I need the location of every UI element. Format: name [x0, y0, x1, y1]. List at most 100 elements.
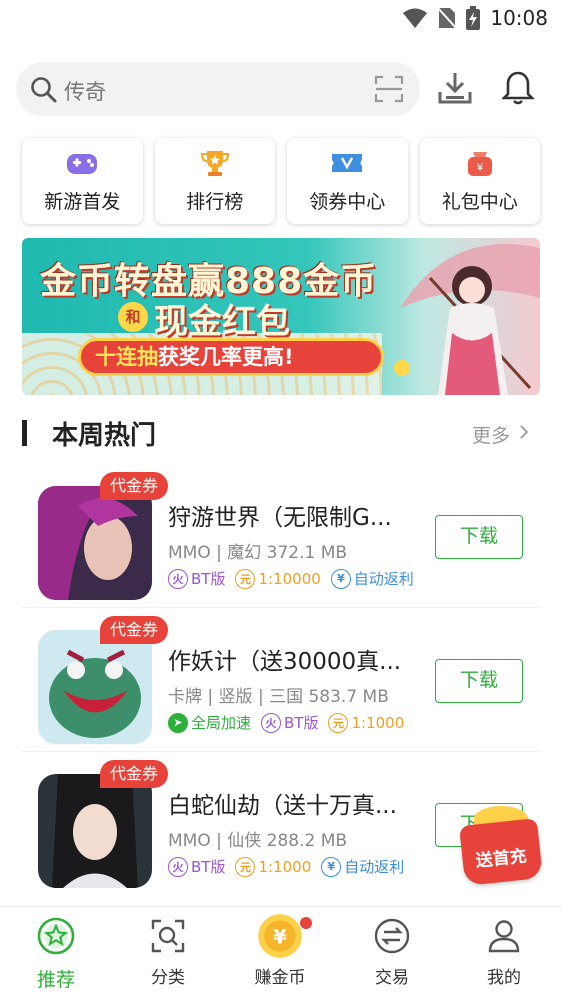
coupon-badge: 代金券 [100, 616, 168, 644]
quick-entry-label: 排行榜 [186, 191, 244, 213]
game-thumbnail[interactable] [38, 486, 152, 600]
search-placeholder: 传奇 [64, 80, 106, 104]
game-list-item[interactable]: 代金券 作妖计（送30000真... 卡牌 | 竖版 | 三国 583.7 MB… [22, 616, 540, 752]
exchange-icon [374, 918, 410, 954]
game-tag-text: 1:1000 [351, 713, 405, 732]
game-list-item[interactable]: 代金券 狩游世界（无限制G... MMO | 魔幻 372.1 MB 火 BT版 … [22, 472, 540, 608]
game-tag: 火 BT版 [261, 712, 318, 733]
section-more-link[interactable]: 更多 [472, 421, 510, 448]
coupon-icon [332, 154, 362, 172]
banner-pill-text: 获奖几率更高! [158, 345, 294, 369]
banner-pill: 十连抽获奖几率更高! [78, 338, 384, 376]
quick-entry-ranking[interactable]: 排行榜 [154, 138, 275, 224]
battery-charging-icon [466, 6, 481, 30]
yuan-coin-icon: ¥ [258, 914, 302, 958]
game-tag: 元 1:10000 [235, 568, 321, 589]
game-meta: 卡牌 | 竖版 | 三国 583.7 MB [168, 687, 389, 707]
banner-pill-highlight: 十连抽 [95, 345, 158, 369]
nav-item-trade[interactable]: 交易 [336, 907, 448, 999]
nav-item-earn-coins[interactable]: ¥ 赚金币 [224, 907, 336, 999]
nav-label: 交易 [375, 968, 409, 988]
game-title[interactable]: 狩游世界（无限制G... [168, 498, 418, 532]
game-tags: 火 BT版 元 1:10000 ¥ 自动返利 [168, 568, 414, 589]
game-tags: ➤ 全局加速 火 BT版 元 1:1000 [168, 712, 404, 733]
search-bar[interactable]: 传奇 [16, 62, 420, 116]
quick-entry-row: 新游首发 排行榜 领券中心 ¥ 礼包中心 [22, 138, 540, 224]
nav-item-mine[interactable]: 我的 [448, 907, 560, 999]
game-tag-text: 1:10000 [258, 569, 321, 588]
quick-entry-label: 领券中心 [309, 191, 386, 213]
yuan-icon: 元 [328, 712, 349, 733]
no-sim-icon [438, 7, 457, 29]
bottom-nav: 推荐 分类 ¥ 赚金币 交易 我的 [0, 906, 562, 999]
nav-label: 赚金币 [254, 968, 306, 988]
nav-label: 分类 [151, 968, 185, 988]
nav-label: 推荐 [36, 969, 75, 991]
category-scan-icon [151, 919, 185, 953]
game-tag: 元 1:1000 [235, 856, 311, 877]
notification-bell-icon[interactable] [502, 70, 534, 106]
svg-text:¥: ¥ [273, 925, 287, 948]
game-title[interactable]: 作妖计（送30000真... [168, 642, 418, 676]
game-tag-text: 自动返利 [353, 570, 414, 588]
game-tag: 火 BT版 [168, 568, 225, 589]
rebate-icon: ¥ [321, 856, 342, 877]
game-tag: 火 BT版 [168, 856, 225, 877]
nav-item-category[interactable]: 分类 [112, 907, 224, 999]
divider [22, 751, 540, 752]
game-tags: 火 BT版 元 1:1000 ¥ 自动返利 [168, 856, 404, 877]
status-time: 10:08 [490, 6, 548, 30]
game-tag: ➤ 全局加速 [168, 712, 251, 733]
svg-text:¥: ¥ [476, 161, 483, 174]
star-circle-icon [37, 917, 75, 955]
section-title: 本周热门 [52, 421, 157, 451]
game-tag-text: BT版 [191, 570, 226, 588]
user-profile-icon [488, 920, 520, 953]
chevron-right-icon[interactable] [519, 424, 529, 440]
rocket-icon: ➤ [168, 712, 188, 733]
nav-item-recommend[interactable]: 推荐 [0, 907, 112, 999]
search-icon [31, 77, 57, 103]
game-meta: MMO | 仙侠 288.2 MB [168, 831, 348, 851]
game-tag-text: 自动返利 [344, 858, 405, 876]
first-recharge-float-button[interactable]: 送首充 [458, 800, 544, 886]
game-tag: ¥ 自动返利 [330, 568, 414, 589]
yuan-icon: 元 [235, 856, 256, 877]
download-button[interactable]: 下载 [435, 659, 523, 703]
quick-entry-new-games[interactable]: 新游首发 [22, 138, 143, 224]
flame-icon: 火 [168, 568, 188, 589]
game-thumbnail[interactable] [38, 774, 152, 888]
quick-entry-coupon-center[interactable]: 领券中心 [287, 138, 408, 224]
gamepad-icon [67, 154, 97, 174]
download-button[interactable]: 下载 [435, 515, 523, 559]
game-title[interactable]: 白蛇仙劫（送十万真... [168, 786, 418, 820]
quick-entry-gift-center[interactable]: ¥ 礼包中心 [419, 138, 540, 224]
promo-banner[interactable]: 金币转盘赢888金币 和 现金红包 十连抽获奖几率更高! [22, 238, 540, 395]
nav-label: 我的 [487, 968, 521, 988]
game-tag-text: BT版 [284, 714, 319, 732]
game-tag: 元 1:1000 [328, 712, 404, 733]
quick-entry-label: 礼包中心 [441, 191, 518, 213]
game-tag-text: BT版 [191, 858, 226, 876]
coupon-badge: 代金券 [100, 760, 168, 788]
divider [22, 607, 540, 608]
quick-entry-label: 新游首发 [44, 191, 121, 213]
game-tag: ¥ 自动返利 [321, 856, 404, 877]
notification-dot [300, 917, 312, 929]
yuan-icon: 元 [235, 568, 256, 589]
banner-subheadline: 现金红包 [154, 302, 290, 342]
flame-icon: 火 [168, 856, 188, 877]
trophy-icon [200, 151, 229, 176]
banner-character-illustration [394, 244, 540, 395]
scan-icon[interactable] [374, 75, 404, 103]
game-thumbnail[interactable] [38, 630, 152, 744]
gift-bag-icon: ¥ [467, 152, 492, 176]
game-tag-text: 1:1000 [258, 857, 312, 876]
flame-icon: 火 [261, 712, 282, 733]
status-bar: 10:08 [0, 0, 562, 40]
game-tag-text: 全局加速 [191, 714, 252, 732]
banner-and-badge: 和 [118, 302, 148, 332]
section-accent-bar [22, 420, 27, 446]
download-manager-icon[interactable] [437, 70, 473, 106]
game-meta: MMO | 魔幻 372.1 MB [168, 543, 348, 563]
